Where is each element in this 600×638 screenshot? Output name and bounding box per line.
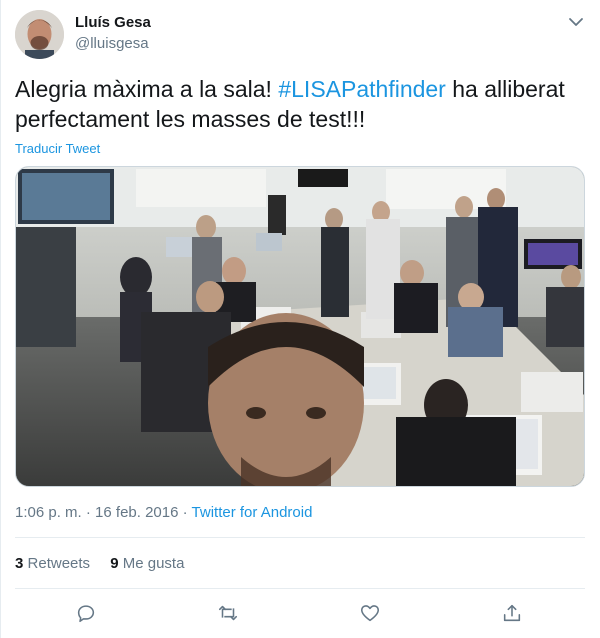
- tweet-photo[interactable]: [15, 166, 585, 487]
- tweet-meta: 1:06 p. m. · 16 feb. 2016 · Twitter for …: [15, 504, 312, 521]
- tweet-card: Lluís Gesa @lluisgesa Alegria màxima a l…: [0, 0, 600, 638]
- hashtag-link[interactable]: #LISAPathfinder: [278, 76, 446, 102]
- share-icon[interactable]: [499, 600, 525, 626]
- tweet-text-start: Alegria màxima a la sala!: [15, 76, 279, 102]
- meta-separator: ·: [81, 504, 96, 521]
- card-left-border: [0, 0, 1, 638]
- chevron-down-icon[interactable]: [566, 14, 586, 30]
- retweets-stat[interactable]: 3 Retweets: [15, 555, 90, 572]
- likes-label: Me gusta: [122, 555, 185, 572]
- avatar[interactable]: [15, 10, 64, 59]
- tweet-date[interactable]: 16 feb. 2016: [95, 504, 178, 521]
- reply-icon[interactable]: [73, 600, 99, 626]
- user-handle[interactable]: @lluisgesa: [75, 35, 149, 52]
- divider-top: [15, 537, 585, 538]
- meta-separator-2: ·: [178, 504, 192, 521]
- heart-icon[interactable]: [357, 600, 383, 626]
- tweet-text: Alegria màxima a la sala! #LISAPathfinde…: [15, 74, 587, 134]
- display-name[interactable]: Lluís Gesa: [75, 14, 151, 31]
- retweets-count: 3: [15, 555, 24, 572]
- likes-stat[interactable]: 9 Me gusta: [110, 555, 184, 572]
- divider-bottom: [15, 588, 585, 589]
- retweets-label: Retweets: [27, 555, 91, 572]
- translate-tweet-link[interactable]: Traducir Tweet: [15, 141, 100, 156]
- retweet-icon[interactable]: [215, 600, 241, 626]
- tweet-time[interactable]: 1:06 p. m.: [15, 504, 82, 521]
- tweet-actions: [0, 598, 600, 628]
- tweet-stats: 3 Retweets 9 Me gusta: [15, 555, 200, 572]
- tweet-source-link[interactable]: Twitter for Android: [192, 504, 313, 521]
- likes-count: 9: [110, 555, 119, 572]
